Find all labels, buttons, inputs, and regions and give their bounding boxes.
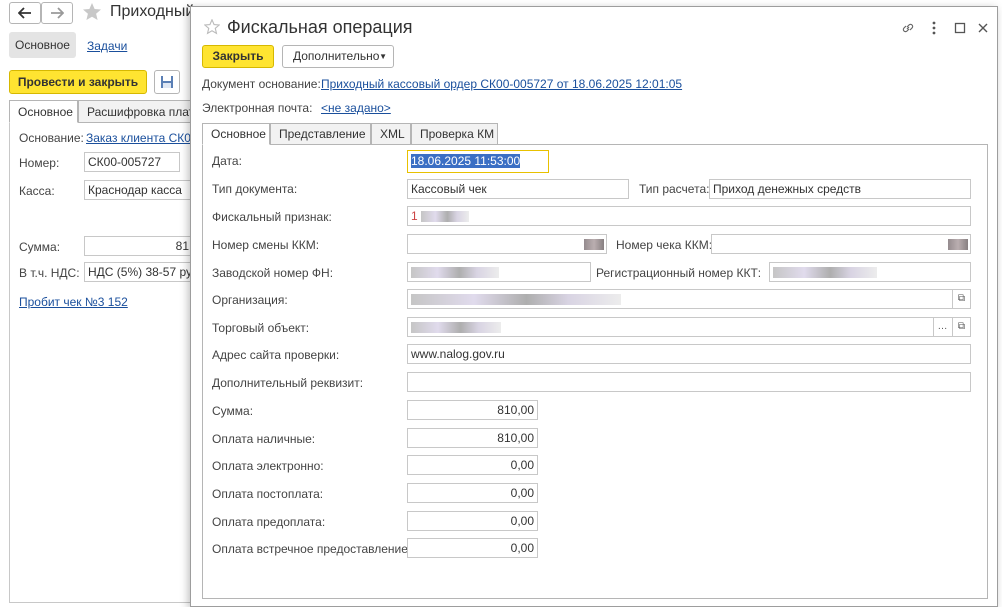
basis-link[interactable]: Заказ клиента СК00 [86, 131, 198, 145]
more-button-label: Дополнительно [293, 49, 380, 63]
close-icon[interactable] [974, 19, 992, 37]
email-link[interactable]: <не задано> [321, 101, 391, 115]
postpay-field[interactable]: 0,00 [407, 483, 538, 503]
fn-field[interactable] [407, 262, 591, 282]
redacted-value [411, 294, 621, 306]
doc-type-field[interactable]: Кассовый чек [407, 179, 629, 199]
fiscal-sign-label: Фискальный признак: [212, 210, 332, 224]
tab-tasks[interactable]: Задачи [87, 39, 127, 53]
more-button[interactable]: Дополнительно ▼ [282, 45, 394, 68]
postpay-label: Оплата постоплата: [212, 487, 324, 501]
tab-main[interactable]: Основное [202, 123, 270, 145]
vat-label: В т.ч. НДС: [19, 266, 80, 280]
link-icon[interactable] [899, 19, 917, 37]
save-icon [161, 76, 173, 88]
email-label: Электронная почта: [202, 101, 313, 115]
open-icon[interactable]: ⧉ [952, 290, 970, 308]
maximize-icon[interactable] [951, 19, 969, 37]
site-field[interactable]: www.nalog.gov.ru [407, 344, 971, 364]
basis-doc-label: Документ основание: [202, 77, 321, 91]
fiscal-sign-field[interactable]: 1 [407, 206, 971, 226]
shift-label: Номер смены ККМ: [212, 238, 320, 252]
calc-type-label: Тип расчета: [639, 182, 710, 196]
extra-field[interactable] [407, 372, 971, 392]
doc-type-label: Тип документа: [212, 182, 298, 196]
redacted-value [411, 267, 499, 279]
extra-label: Дополнительный реквизит: [212, 376, 364, 390]
number-field[interactable]: СК00-005727 [84, 152, 180, 172]
calc-type-field[interactable]: Приход денежных средств [709, 179, 971, 199]
redacted-value [948, 239, 968, 251]
tab-main[interactable]: Основное [9, 32, 76, 58]
tab-xml[interactable]: XML [371, 123, 411, 145]
receipt-num-field[interactable] [711, 234, 971, 254]
redacted-value [773, 267, 877, 279]
redacted-value [411, 322, 501, 334]
sum-label: Сумма: [19, 240, 61, 254]
shift-field[interactable] [407, 234, 607, 254]
electronic-payment-field[interactable]: 0,00 [407, 455, 538, 475]
bg-tabs: Основное Расшифровка плат [9, 100, 199, 123]
sum-field[interactable]: 810,00 [407, 400, 538, 420]
number-label: Номер: [19, 156, 60, 170]
arrow-left-icon [18, 7, 31, 19]
cash-field[interactable]: Краснодар касса [84, 180, 194, 200]
reg-field[interactable] [769, 262, 971, 282]
save-button[interactable] [154, 70, 180, 94]
date-label: Дата: [212, 154, 242, 168]
star-icon[interactable] [82, 2, 102, 25]
dialog-title: Фискальная операция [227, 17, 413, 37]
tab-km-check[interactable]: Проверка КМ [411, 123, 498, 145]
cash-label: Касса: [19, 184, 55, 198]
store-field[interactable]: … ⧉ [407, 317, 971, 337]
store-label: Торговый объект: [212, 321, 310, 335]
electronic-payment-label: Оплата электронно: [212, 459, 324, 473]
forward-button[interactable] [41, 2, 73, 24]
receipt-link[interactable]: Пробит чек №3 152 [19, 295, 128, 309]
sum-label: Сумма: [212, 404, 254, 418]
more-vertical-icon[interactable] [925, 19, 943, 37]
reg-label: Регистрационный номер ККТ: [596, 266, 762, 280]
sum-field[interactable]: 81 [84, 236, 194, 256]
tab-presentation[interactable]: Представление [270, 123, 371, 145]
site-label: Адрес сайта проверки: [212, 348, 340, 362]
basis-doc-link[interactable]: Приходный кассовый ордер СК00-005727 от … [321, 77, 682, 91]
close-button[interactable]: Закрыть [202, 45, 274, 68]
post-and-close-button[interactable]: Провести и закрыть [9, 70, 147, 94]
prepay-field[interactable]: 0,00 [407, 511, 538, 531]
cash-payment-field[interactable]: 810,00 [407, 428, 538, 448]
vat-field[interactable]: НДС (5%) 38-57 руб [84, 262, 194, 282]
fn-label: Заводской номер ФН: [212, 266, 334, 280]
fiscal-operation-dialog: Фискальная операция Закрыть Дополнительн… [190, 6, 998, 607]
back-button[interactable] [9, 2, 41, 24]
redacted-value [584, 239, 604, 251]
receipt-num-label: Номер чека ККМ: [616, 238, 713, 252]
ellipsis-icon[interactable]: … [933, 318, 951, 336]
date-field[interactable]: 18.06.2025 11:53:00 [407, 150, 549, 173]
org-field[interactable]: ⧉ [407, 289, 971, 309]
counter-provision-field[interactable]: 0,00 [407, 538, 538, 558]
counter-provision-label: Оплата встречное предоставление: [212, 542, 412, 556]
org-label: Организация: [212, 293, 288, 307]
date-value: 18.06.2025 11:53:00 [411, 154, 521, 168]
bg-tab-main[interactable]: Основное [9, 100, 78, 123]
arrow-right-icon [51, 7, 64, 19]
prepay-label: Оплата предоплата: [212, 515, 326, 529]
fiscal-sign-prefix: 1 [411, 209, 418, 223]
star-icon[interactable] [203, 18, 221, 38]
chevron-down-icon: ▼ [379, 52, 387, 61]
redacted-value [421, 211, 470, 223]
document-title: Приходный [110, 3, 195, 20]
bg-tab-payments[interactable]: Расшифровка плат [78, 100, 199, 123]
cash-payment-label: Оплата наличные: [212, 432, 316, 446]
open-icon[interactable]: ⧉ [952, 318, 970, 336]
basis-label: Основание: [19, 131, 84, 145]
